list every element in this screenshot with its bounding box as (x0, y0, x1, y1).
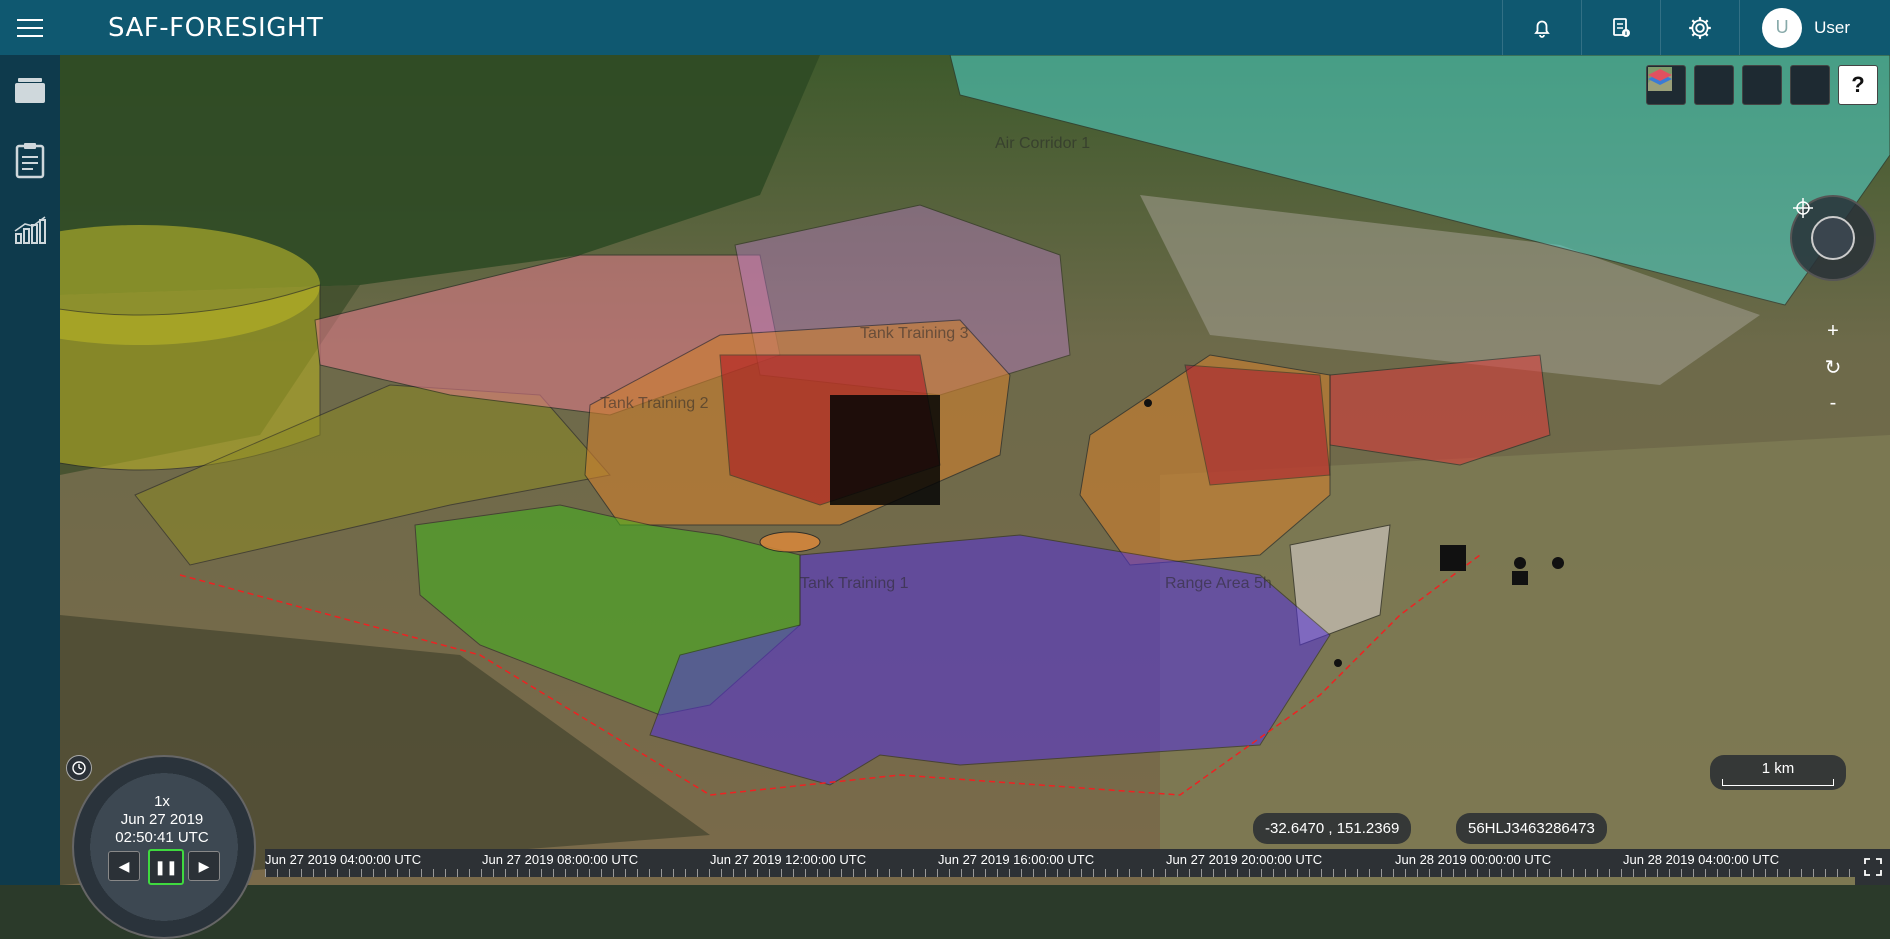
globe-icon[interactable] (1648, 65, 1734, 105)
small-cylinder (759, 531, 821, 553)
play-reverse-button[interactable]: ◀ (108, 851, 140, 881)
app-title: SAF-FORESIGHT (108, 12, 324, 43)
timeline-tick-label: Jun 28 2019 00:00:00 UTC (1395, 852, 1552, 867)
zoom-reset-button[interactable]: ↻ (1808, 349, 1858, 385)
scale-label: 1 km (1761, 759, 1795, 777)
soldier-icon (1334, 659, 1342, 667)
map-label: Tank Training 3 (860, 325, 969, 342)
help-icon[interactable]: ? (1838, 65, 1878, 105)
coordinates-readout: -32.6470 , 151.2369 (1253, 813, 1412, 844)
avatar: U (1762, 7, 1803, 48)
notification-bell-icon[interactable] (1502, 0, 1581, 55)
navigation-compass[interactable] (1790, 195, 1876, 281)
timeline-tick-label: Jun 27 2019 12:00:00 UTC (710, 852, 867, 867)
red-zone-east (1184, 364, 1331, 486)
pause-button[interactable]: ❚❚ (148, 849, 184, 885)
animation-widget: 1x Jun 27 2019 02:50:41 UTC ◀ ❚❚ ▶ (62, 745, 262, 939)
grid-reference-readout: 56HLJ3463286473 (1456, 813, 1607, 844)
header-actions: U User (1502, 0, 1890, 55)
animation-date: Jun 27 2019 (120, 811, 204, 828)
scale-bar (1722, 778, 1834, 786)
report-info-icon[interactable] (1581, 0, 1660, 55)
person-icon (1514, 557, 1526, 569)
crosshair-icon[interactable] (1793, 198, 1855, 260)
animation-speed: 1x (154, 793, 170, 810)
map-label: Range Area 5h (1165, 575, 1272, 592)
dark-block (830, 395, 940, 505)
soldier-icon (1144, 399, 1152, 407)
clipboard-icon (15, 143, 45, 179)
animation-time: 02:50:41 UTC (115, 829, 209, 846)
zoom-in-button[interactable]: + (1808, 313, 1858, 349)
terrain-map[interactable] (60, 55, 1890, 885)
zoom-controls: + ↻ - (1808, 313, 1858, 421)
timeline[interactable]: Jun 27 2019 04:00:00 UTC Jun 27 2019 08:… (265, 849, 1855, 877)
building-icon (1440, 545, 1466, 571)
left-sidebar (0, 55, 60, 885)
scale-indicator: 1 km (1710, 755, 1846, 790)
sidebar-item-analytics[interactable] (0, 195, 60, 265)
user-name: User (1814, 17, 1850, 37)
map-label: Tank Training 2 (600, 395, 709, 412)
sidebar-item-tasks[interactable] (0, 125, 60, 195)
fullscreen-icon[interactable] (1855, 849, 1890, 885)
map-label: Tank Training 1 (800, 575, 909, 592)
play-forward-button[interactable]: ▶ (188, 851, 220, 881)
timeline-tick-label: Jun 27 2019 20:00:00 UTC (1166, 852, 1323, 867)
map-viewport[interactable]: Air Corridor 1 Tank Training 3 Tank Trai… (60, 55, 1890, 885)
user-menu[interactable]: U User (1739, 0, 1890, 55)
bar-chart-icon (14, 216, 46, 244)
desk-icon (1512, 571, 1528, 585)
timeline-tick-label: Jun 28 2019 04:00:00 UTC (1623, 852, 1780, 867)
clock-icon[interactable] (66, 755, 92, 781)
sidebar-item-layers[interactable] (0, 55, 60, 125)
seated-person-icon (1552, 557, 1564, 569)
animation-dial[interactable] (72, 755, 256, 939)
app-header: SAF-FORESIGHT U User (0, 0, 1890, 55)
timeline-ticks (265, 869, 1855, 877)
zoom-out-button[interactable]: - (1808, 385, 1858, 421)
settings-gear-icon[interactable] (1660, 0, 1739, 55)
terrain-layers-icon[interactable] (1648, 65, 1830, 105)
timeline-tick-label: Jun 27 2019 04:00:00 UTC (265, 852, 422, 867)
map-toolbar: ? (1646, 65, 1878, 105)
map-label: Air Corridor 1 (995, 135, 1091, 152)
timeline-tick-label: Jun 27 2019 08:00:00 UTC (482, 852, 639, 867)
basemap-picker-icon[interactable] (1648, 65, 1782, 105)
menu-icon[interactable] (0, 0, 60, 55)
timeline-tick-label: Jun 27 2019 16:00:00 UTC (938, 852, 1095, 867)
folder-stack-icon (15, 78, 45, 103)
